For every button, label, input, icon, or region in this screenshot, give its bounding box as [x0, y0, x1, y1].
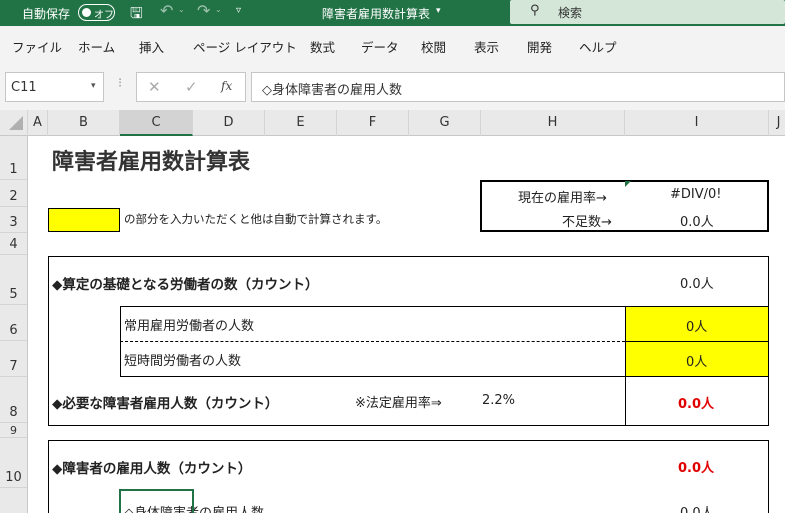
column-header-f[interactable]: F	[337, 110, 409, 136]
tab-file[interactable]: ファイル	[12, 37, 62, 56]
title-dropdown-icon[interactable]: ▾	[436, 6, 441, 16]
input-cell-legend	[48, 208, 120, 232]
formula-input[interactable]: ◇身体障害者の雇用人数	[251, 72, 785, 102]
column-header-j[interactable]: J	[769, 110, 785, 136]
formula-text: ◇身体障害者の雇用人数	[262, 83, 402, 98]
customize-toolbar-icon[interactable]: ▿	[236, 5, 241, 16]
shortage-value: 0.0人	[680, 215, 714, 230]
section3-value: 0.0人	[678, 461, 715, 476]
workers-row-divider	[120, 341, 625, 342]
ribbon-tabs: ファイル ホーム 挿入 ページ レイアウト 数式 データ 校閲 表示 開発 ヘル…	[0, 26, 785, 64]
section1-title: ◆算定の基礎となる労働者の数（カウント）	[52, 277, 319, 293]
formula-bar: C11 ▾ ⁝ ✕ ✓ fx ◇身体障害者の雇用人数	[0, 64, 785, 110]
tab-developer[interactable]: 開発	[527, 37, 552, 56]
tab-data[interactable]: データ	[361, 37, 399, 56]
row-header-8[interactable]: 8	[0, 377, 27, 423]
tab-help[interactable]: ヘルプ	[579, 37, 617, 56]
toggle-label: オフ	[94, 10, 114, 21]
current-rate-value: #DIV/0!	[670, 187, 722, 202]
document-title: 障害者雇用数計算表	[322, 7, 431, 21]
section2-divider	[625, 377, 626, 426]
regular-workers-value: 0人	[686, 320, 708, 335]
input-note: の部分を入力いただくと他は自動で計算されます。	[124, 212, 388, 226]
tab-page-layout[interactable]: ページ レイアウト	[193, 37, 297, 56]
autosave-toggle[interactable]: オフ	[78, 4, 115, 21]
tab-review[interactable]: 校閲	[421, 37, 446, 56]
tab-insert[interactable]: 挿入	[139, 37, 164, 56]
tab-view[interactable]: 表示	[474, 37, 499, 56]
search-icon: ⚲	[530, 3, 540, 18]
row-header-1[interactable]: 1	[0, 136, 27, 180]
section3-title: ◆障害者の雇用人数（カウント）	[52, 461, 252, 477]
physical-disability-value: 0.0人	[680, 502, 714, 513]
insert-function-icon[interactable]: fx	[221, 79, 232, 93]
section2-title: ◆必要な障害者雇用人数（カウント）	[52, 396, 279, 412]
name-box[interactable]: C11 ▾	[5, 72, 104, 102]
row-header-10[interactable]: 10	[0, 438, 27, 488]
row-header-5[interactable]: 5	[0, 255, 27, 305]
select-all-triangle-icon	[9, 116, 23, 130]
regular-workers-label: 常用雇用労働者の人数	[124, 319, 255, 334]
search-box[interactable]: ⚲ 検索	[510, 0, 785, 24]
column-headers: A B C D E F G H I J	[0, 110, 785, 136]
legal-rate-value: 2.2%	[482, 393, 516, 408]
shortage-label: 不足数→	[562, 215, 612, 230]
column-header-c[interactable]: C	[120, 110, 193, 136]
column-header-i[interactable]: I	[625, 110, 769, 136]
undo-icon[interactable]: ↶	[160, 1, 173, 20]
column-header-h[interactable]: H	[481, 110, 625, 136]
active-cell-c11[interactable]	[119, 489, 194, 513]
title-bar: 自動保存 オフ 🖫 ↶ ⌄ ↷ ⌄ ▿ 障害者雇用数計算表 ▾ ⚲ 検索	[0, 0, 785, 26]
row-header-11[interactable]	[0, 488, 27, 513]
short-time-value: 0人	[686, 355, 708, 370]
row-header-7[interactable]: 7	[0, 341, 27, 377]
short-time-label: 短時間労働者の人数	[124, 354, 242, 369]
column-header-b[interactable]: B	[48, 110, 120, 136]
redo-dropdown-icon[interactable]: ⌄	[215, 5, 222, 14]
sheet-title: 障害者雇用数計算表	[52, 150, 251, 175]
tab-formulas[interactable]: 数式	[310, 37, 335, 56]
column-header-d[interactable]: D	[193, 110, 265, 136]
save-icon[interactable]: 🖫	[130, 3, 143, 28]
column-header-g[interactable]: G	[409, 110, 481, 136]
redo-icon[interactable]: ↷	[197, 1, 210, 20]
formula-buttons: ✕ ✓ fx	[136, 72, 246, 102]
column-header-e[interactable]: E	[265, 110, 337, 136]
undo-dropdown-icon[interactable]: ⌄	[178, 5, 185, 14]
cancel-icon[interactable]: ✕	[148, 78, 161, 96]
name-box-dropdown-icon[interactable]: ▾	[91, 81, 96, 91]
row-header-9[interactable]: 9	[0, 423, 27, 438]
search-placeholder: 検索	[558, 6, 583, 20]
worksheet-grid[interactable]: 障害者雇用数計算表 現在の雇用率→ #DIV/0! 不足数→ 0.0人 の部分を…	[28, 136, 785, 513]
enter-icon[interactable]: ✓	[185, 78, 198, 96]
row-header-4[interactable]: 4	[0, 233, 27, 255]
column-header-a[interactable]: A	[28, 110, 48, 136]
name-box-value: C11	[11, 80, 37, 95]
row-header-6[interactable]: 6	[0, 305, 27, 341]
toggle-knob	[82, 8, 91, 17]
row-header-3[interactable]: 3	[0, 207, 27, 233]
autosave-label: 自動保存	[22, 7, 71, 21]
row-header-2[interactable]: 2	[0, 180, 27, 207]
comment-indicator-icon	[625, 181, 631, 187]
section2-value: 0.0人	[678, 397, 715, 412]
tab-home[interactable]: ホーム	[78, 37, 115, 56]
current-rate-label: 現在の雇用率→	[518, 191, 607, 206]
legal-rate-label: ※法定雇用率⇒	[355, 396, 442, 411]
row-headers: 1 2 3 4 5 6 7 8 9 10	[0, 136, 28, 513]
section1-value: 0.0人	[680, 277, 714, 292]
formula-bar-grip-icon: ⁝	[118, 76, 123, 91]
select-all-corner[interactable]	[0, 110, 28, 136]
